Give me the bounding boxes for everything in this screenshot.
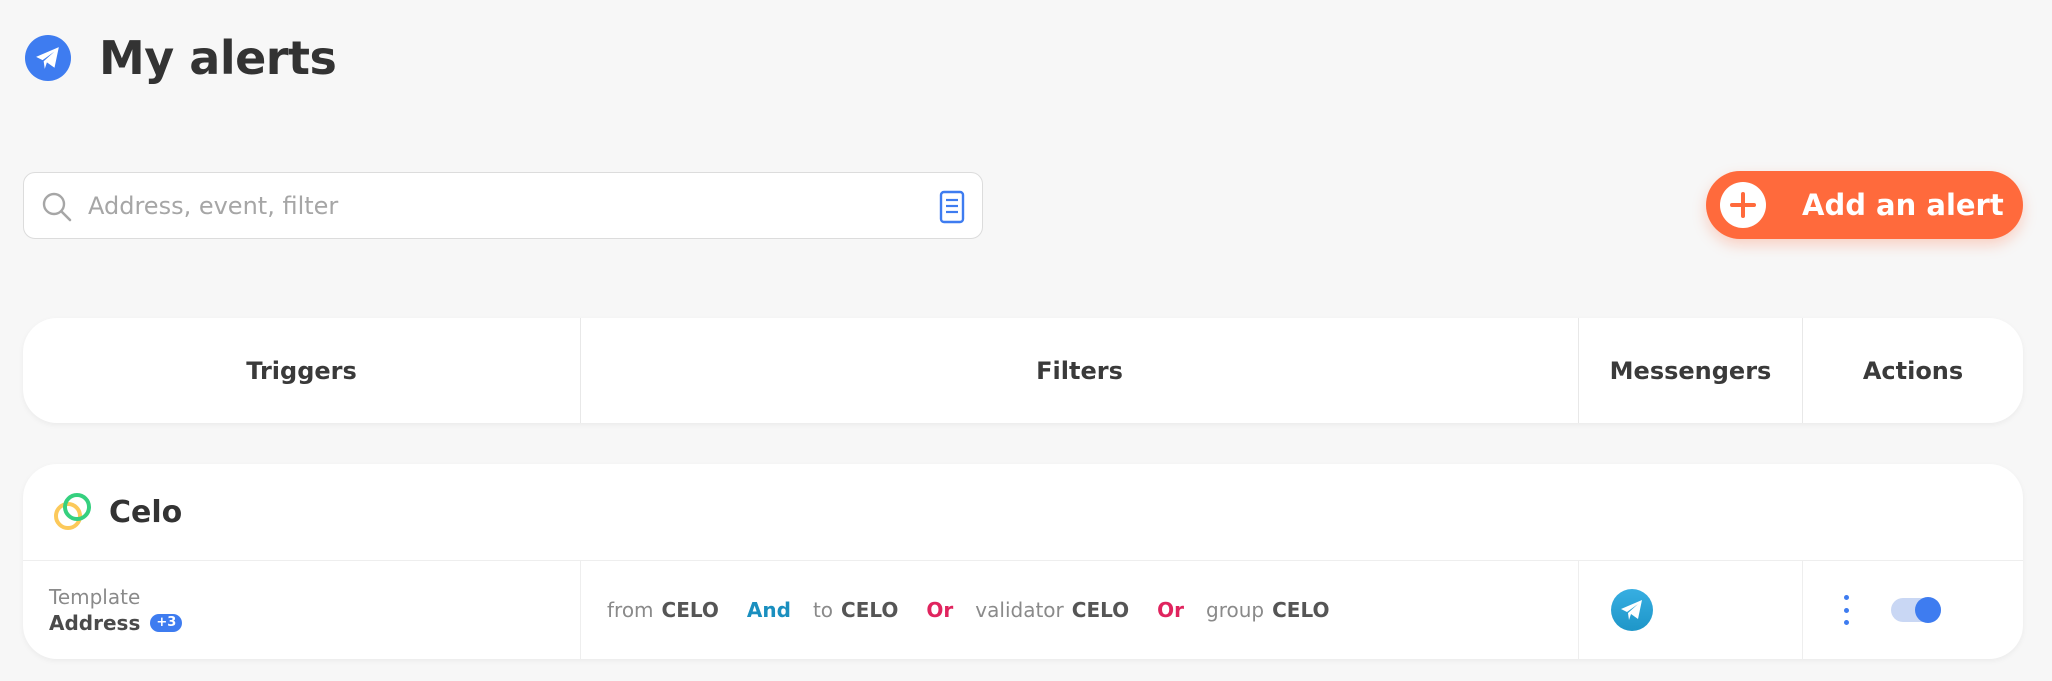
page-title: My alerts — [99, 31, 337, 85]
column-header-triggers: Triggers — [246, 356, 357, 385]
add-alert-button[interactable]: Add an alert — [1706, 171, 2023, 239]
add-alert-label: Add an alert — [1802, 188, 2004, 222]
filter-operator-or: Or — [1157, 598, 1185, 622]
filter-value: CELO — [1272, 598, 1330, 622]
celo-logo-icon — [54, 493, 91, 530]
filter-key: from — [607, 598, 654, 622]
search-bar[interactable] — [23, 172, 983, 239]
search-icon — [42, 192, 72, 222]
filter-key: validator — [975, 598, 1064, 622]
actions-cell — [1802, 561, 2023, 659]
filter-value: CELO — [1071, 598, 1130, 622]
plus-icon — [1720, 182, 1766, 228]
toggle-knob — [1915, 597, 1941, 623]
alerts-table-header: Triggers Filters Messengers Actions — [23, 318, 2023, 423]
trigger-count-badge[interactable]: +3 — [150, 614, 183, 632]
document-icon[interactable] — [938, 190, 966, 224]
alert-group-card: Celo Template Address +3 from CELO And t… — [23, 464, 2023, 659]
telegram-icon[interactable] — [1611, 589, 1653, 631]
column-header-filters: Filters — [580, 318, 1578, 423]
column-header-actions: Actions — [1802, 318, 2023, 423]
search-input[interactable] — [88, 173, 948, 238]
column-header-messengers: Messengers — [1578, 318, 1802, 423]
filter-key: to — [812, 598, 834, 622]
messengers-cell — [1578, 561, 1802, 659]
more-options-icon[interactable] — [1839, 595, 1853, 625]
trigger-name: Address — [49, 611, 141, 635]
trigger-type: Template — [49, 585, 141, 609]
trigger-cell: Template Address +3 — [23, 561, 580, 659]
filter-operator-and: And — [746, 598, 791, 622]
trigger-info: Address +3 — [49, 610, 183, 636]
page-header: My alerts — [25, 30, 337, 86]
filter-value: CELO — [661, 598, 719, 622]
alert-row[interactable]: Template Address +3 from CELO And to CEL… — [23, 561, 2023, 659]
paper-plane-icon — [25, 35, 71, 81]
alert-enabled-toggle[interactable] — [1891, 597, 1941, 623]
filters-cell: from CELO And to CELO Or validator CELO … — [580, 561, 1578, 659]
alert-group-header: Celo — [23, 464, 2023, 561]
chain-name: Celo — [109, 494, 183, 530]
filter-operator-or: Or — [926, 598, 954, 622]
filter-key: group — [1206, 598, 1265, 622]
filter-value: CELO — [841, 598, 899, 622]
